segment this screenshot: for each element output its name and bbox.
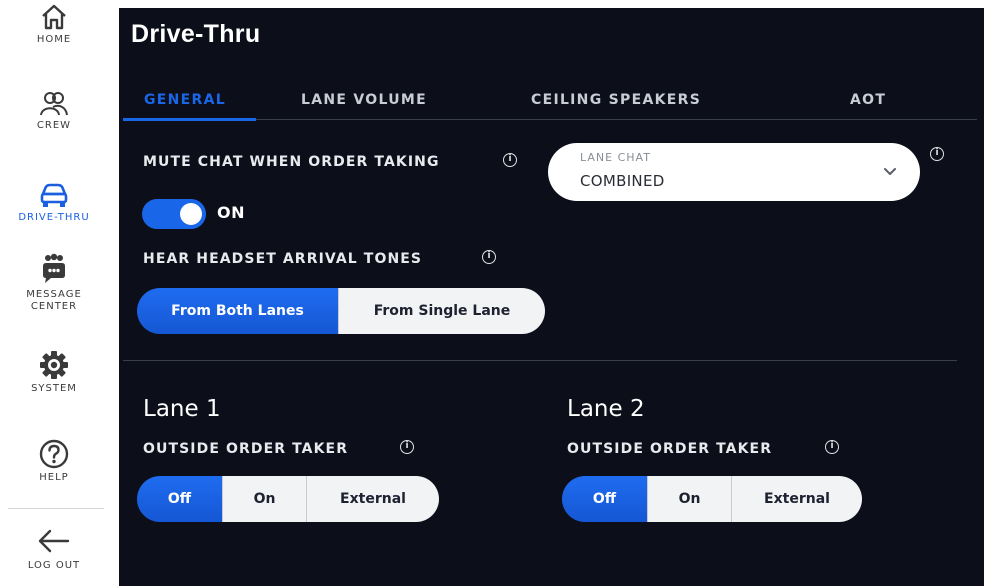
page-title: Drive-Thru (131, 20, 261, 48)
lane-2-option-off[interactable]: Off (562, 476, 648, 522)
sidebar-divider (8, 508, 104, 509)
lane-2-oot-label: OUTSIDE ORDER TAKER (567, 441, 773, 457)
nav-crew-label: CREW (36, 120, 72, 131)
nav-log-out-label: LOG OUT (27, 560, 81, 571)
lane-chat-label: LANE CHAT (580, 151, 651, 164)
lane-1-oot-segmented: Off On External (137, 476, 439, 522)
lane-1-option-external[interactable]: External (307, 476, 439, 522)
chevron-down-icon (884, 168, 896, 175)
nav-drive-thru[interactable]: DRIVE-THRU (0, 180, 108, 224)
info-icon[interactable]: i (503, 153, 517, 167)
nav-message-center[interactable]: MESSAGE CENTER (0, 253, 108, 313)
nav-system-label: SYSTEM (31, 383, 77, 394)
lane-2-option-on[interactable]: On (648, 476, 732, 522)
lane-2-title: Lane 2 (567, 396, 645, 422)
sidebar: HOME CREW DRIVE-THRU MESSAGE CENTER SYST… (0, 0, 108, 586)
gear-icon (40, 351, 68, 379)
nav-crew[interactable]: CREW (0, 88, 108, 132)
nav-help[interactable]: HELP (0, 438, 108, 484)
toggle-knob (180, 203, 202, 225)
lane-1-option-off[interactable]: Off (137, 476, 223, 522)
lane-1-info-icon[interactable]: i (400, 440, 414, 454)
tab-ceiling-speakers[interactable]: CEILING SPEAKERS (531, 92, 701, 108)
section-divider (123, 360, 957, 361)
crew-icon (40, 92, 68, 116)
arrow-left-icon (38, 529, 70, 553)
lane-1-title: Lane 1 (143, 396, 221, 422)
main-panel: Drive-Thru GENERAL LANE VOLUME CEILING S… (119, 8, 984, 586)
active-tab-indicator (123, 118, 256, 121)
lane-chat-select[interactable]: LANE CHAT COMBINED (548, 143, 920, 201)
option-from-both-lanes[interactable]: From Both Lanes (137, 288, 339, 334)
mute-chat-state: ON (217, 203, 245, 222)
nav-help-label: HELP (39, 472, 69, 483)
chat-icon (43, 253, 65, 283)
nav-system[interactable]: SYSTEM (0, 349, 108, 395)
lane-2-info-icon[interactable]: i (825, 440, 839, 454)
lane-1-option-on[interactable]: On (223, 476, 307, 522)
lane-2-option-external[interactable]: External (732, 476, 862, 522)
arrival-tones-segmented: From Both Lanes From Single Lane (137, 288, 545, 334)
lane-chat-info-icon[interactable]: i (930, 147, 944, 161)
nav-home-label: HOME (36, 34, 72, 45)
tab-aot[interactable]: AOT (850, 92, 886, 108)
nav-log-out[interactable]: LOG OUT (0, 526, 108, 572)
nav-message-center-label-2: CENTER (30, 301, 78, 312)
lane-chat-value: COMBINED (580, 172, 665, 190)
lane-2-oot-segmented: Off On External (562, 476, 862, 522)
home-icon (42, 4, 66, 30)
help-icon (39, 439, 69, 469)
mute-chat-label: MUTE CHAT WHEN ORDER TAKING (143, 154, 440, 170)
nav-drive-thru-label: DRIVE-THRU (18, 212, 90, 223)
mute-chat-toggle[interactable] (142, 199, 206, 229)
option-from-single-lane[interactable]: From Single Lane (339, 288, 545, 334)
tab-lane-volume[interactable]: LANE VOLUME (301, 92, 427, 108)
arrival-tones-info-icon[interactable]: i (482, 250, 496, 264)
nav-home[interactable]: HOME (0, 2, 108, 46)
tab-general[interactable]: GENERAL (144, 92, 226, 108)
car-icon (40, 183, 68, 207)
arrival-tones-label: HEAR HEADSET ARRIVAL TONES (143, 251, 423, 267)
nav-message-center-label-1: MESSAGE (26, 289, 82, 300)
lane-1-oot-label: OUTSIDE ORDER TAKER (143, 441, 349, 457)
tab-bar: GENERAL LANE VOLUME CEILING SPEAKERS AOT (123, 92, 977, 121)
